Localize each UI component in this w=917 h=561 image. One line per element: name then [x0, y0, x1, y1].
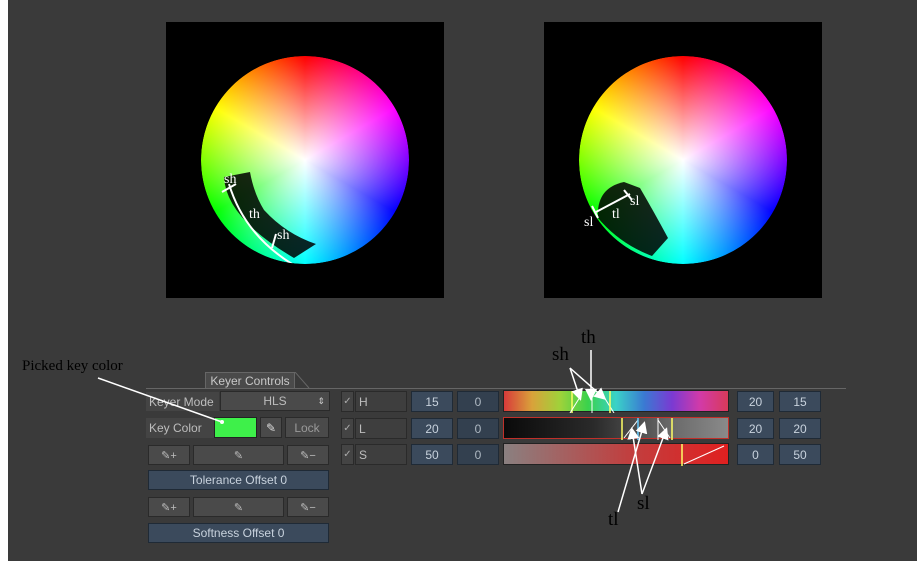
sl-arrow-2	[641, 427, 669, 495]
picked-key-dot	[220, 420, 224, 424]
picked-key-color-arrow	[97, 377, 223, 423]
annotation-arrows	[97, 350, 669, 513]
tl-arrow	[617, 421, 648, 513]
